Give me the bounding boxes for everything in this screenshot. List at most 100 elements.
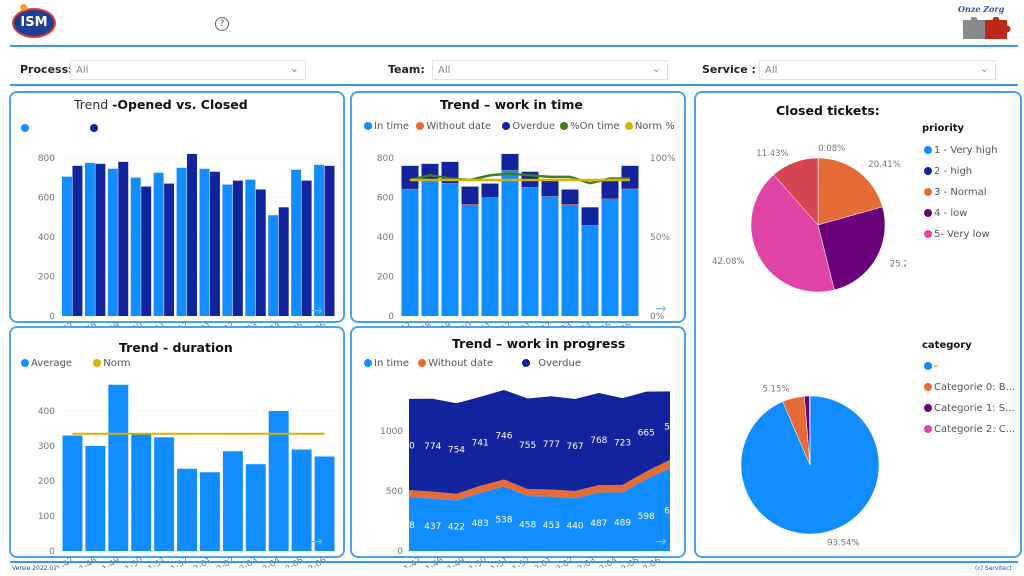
data-label: 487	[590, 519, 607, 529]
data-label: 754	[448, 446, 465, 456]
filter-divider	[10, 84, 1018, 86]
work-in-time-panel: Trend – work in time In time Without dat…	[350, 91, 686, 333]
data-label: 741	[472, 438, 489, 448]
bar-segment	[461, 204, 479, 316]
bar-segment	[401, 189, 419, 316]
bar-closed	[72, 165, 83, 316]
footer-divider	[10, 561, 1018, 563]
bar-average	[268, 411, 289, 551]
legend-label: 2 - high	[934, 166, 973, 177]
bar-closed	[324, 165, 335, 316]
duration-chart: 01002003004002021-472021-482021-492021-5…	[38, 384, 336, 568]
bar-closed	[255, 189, 266, 316]
process-dropdown[interactable]: All ⌄	[70, 60, 306, 80]
panel-title: Trend - duration	[119, 340, 233, 355]
legend-item[interactable]: Categorie 2: C...	[924, 424, 1015, 435]
legend-dot	[924, 209, 932, 217]
legend-item[interactable]: 5- Very low	[924, 229, 990, 240]
legend-dot	[924, 230, 932, 238]
duration-panel: Trend - duration Average Norm 0 100 200 300…	[9, 326, 345, 568]
y-tick-label: 500	[386, 487, 403, 497]
data-label: 453	[543, 521, 560, 531]
bar-segment	[541, 196, 559, 316]
bar-average	[200, 472, 220, 551]
ism-logo: ISM	[12, 8, 56, 38]
team-label: Team:	[388, 63, 425, 76]
bar-segment	[621, 188, 639, 190]
help-icon[interactable]: ?	[215, 17, 229, 31]
legend-label: Categorie 1: S...	[934, 403, 1015, 414]
y-tick-label: 400	[38, 233, 55, 243]
panel-title: Trend -Opened vs. Closed	[74, 97, 248, 112]
arrow-right-icon[interactable]: →	[655, 534, 667, 550]
puzzle-logo-icon	[963, 17, 1011, 39]
y-tick-label: 800	[377, 154, 394, 164]
legend-label: 3 - Normal	[934, 187, 987, 198]
service-dropdown[interactable]: All ⌄	[759, 60, 996, 80]
legend-item[interactable]: 2 - high	[924, 166, 972, 177]
arrow-right-icon[interactable]: →	[311, 303, 323, 319]
y2-tick-label: 100%	[650, 154, 676, 164]
work-in-time-chart: 02004006008002021-472021-482021-492021-5…	[377, 154, 676, 333]
team-dropdown[interactable]: All ⌄	[432, 60, 668, 80]
work-in-progress-panel: Trend – work in progress In time Without…	[350, 326, 686, 568]
legend-label: Categorie 0: B...	[934, 382, 1016, 393]
bar-segment	[401, 188, 419, 190]
bar-opened	[62, 176, 72, 316]
logo-dot-icon	[20, 4, 27, 11]
chart-legend: Average Norm	[21, 358, 131, 369]
data-label: 746	[495, 432, 512, 442]
legend-dot	[924, 188, 932, 196]
legend-item[interactable]: -	[924, 361, 938, 372]
legend-label: -	[934, 361, 938, 372]
bar-average	[291, 449, 312, 551]
data-label: 768	[590, 436, 607, 446]
bar-closed	[301, 180, 312, 316]
priority-legend-title: priority	[922, 123, 965, 134]
y-tick-label: 1000	[380, 427, 403, 437]
closed-tickets-panel: Closed tickets: 0.08% 20.41% 25.24% 42.08% 1…	[694, 91, 1022, 558]
y-tick-label: 600	[38, 193, 55, 203]
legend-dot	[924, 383, 932, 391]
bar-closed	[232, 180, 243, 316]
bar-average	[131, 433, 152, 551]
data-label: 723	[614, 439, 631, 449]
arrow-right-icon[interactable]: →	[655, 301, 667, 317]
bar-average	[245, 464, 266, 551]
legend-item[interactable]: 4 - low	[924, 208, 967, 219]
y-tick-label: 0	[49, 547, 55, 557]
process-label: Process:	[20, 63, 73, 76]
bar-segment	[561, 204, 579, 316]
bar-average	[108, 384, 129, 551]
legend-item[interactable]: 3 - Normal	[924, 187, 987, 198]
opened-closed-chart: 02004006008002021-472021-482021-492021-5…	[38, 154, 336, 333]
bar-segment	[521, 187, 539, 316]
version-text: Versie 2022.01	[12, 565, 57, 572]
legend-item[interactable]: Categorie 1: S...	[924, 403, 1015, 414]
bar-segment	[501, 170, 519, 316]
legend-label: Categorie 2: C...	[934, 424, 1016, 435]
legend-item[interactable]: 1 - Very high	[924, 145, 998, 156]
pie-data-label: 5.15%	[762, 384, 789, 394]
legend-dot	[924, 167, 932, 175]
copyright-text: (c) Servitect	[975, 565, 1012, 572]
category-legend-title: category	[922, 340, 972, 351]
bar-opened	[84, 162, 95, 316]
chart-legend: In time Without date Overdue %On time No…	[364, 121, 675, 132]
bar-average	[222, 451, 243, 551]
legend-dot	[924, 404, 932, 412]
legend-label: 1 - Very high	[934, 145, 998, 156]
bar-segment	[541, 180, 559, 197]
bar-segment	[621, 189, 639, 316]
legend-item[interactable]: Categorie 0: B...	[924, 382, 1015, 393]
bar-segment	[561, 204, 579, 205]
data-label: 755	[519, 441, 536, 451]
pie-data-label: 11.43%	[756, 149, 788, 159]
bar-closed	[141, 186, 152, 316]
data-label: 440	[566, 522, 583, 532]
data-label: 774	[424, 442, 441, 452]
bar-segment	[561, 189, 579, 205]
work-in-progress-chart: 050010002021-472021-482021-492021-502021…	[380, 389, 676, 568]
y-tick-label: 200	[377, 272, 394, 282]
arrow-right-icon[interactable]: →	[311, 534, 323, 550]
